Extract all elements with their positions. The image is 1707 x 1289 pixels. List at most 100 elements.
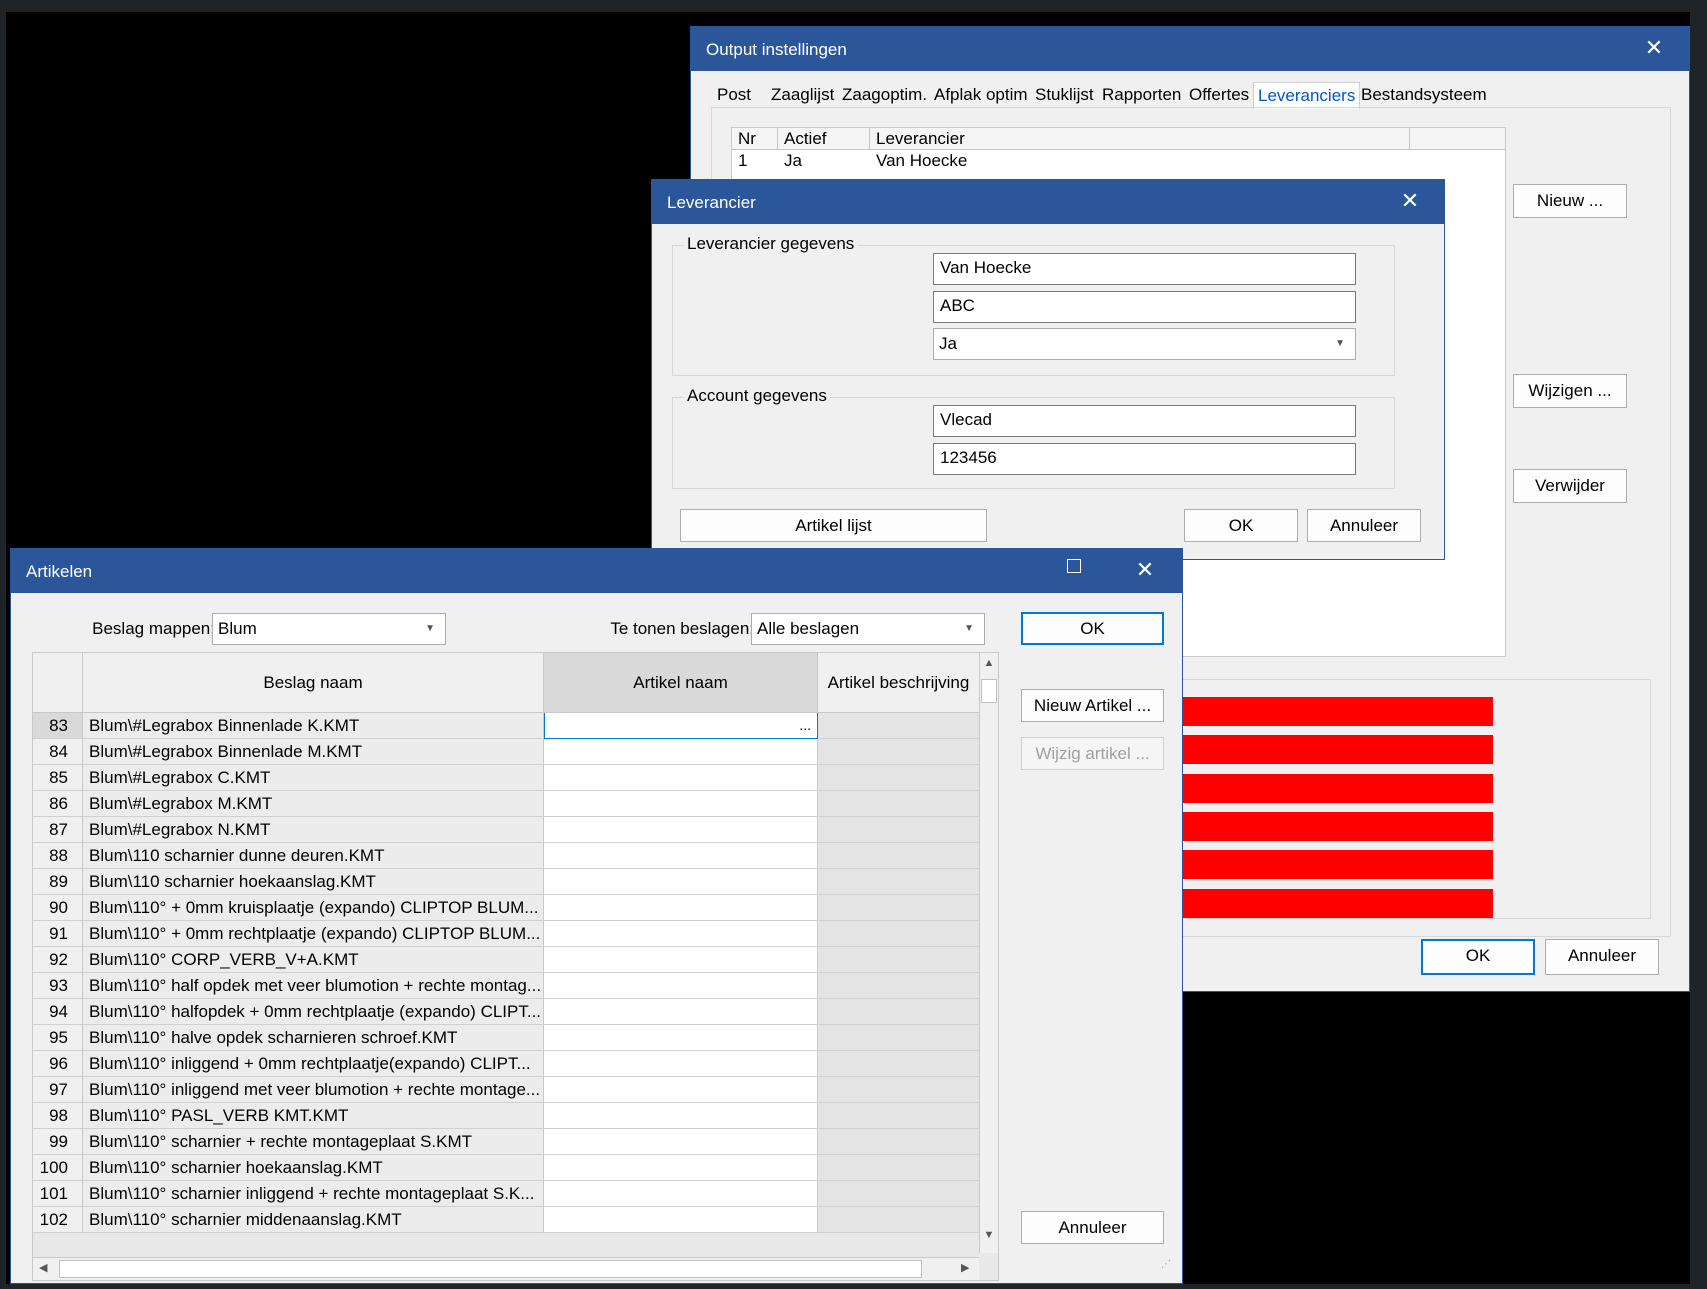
scroll-right-icon[interactable]: ▶ [961,1261,969,1274]
article-name-cell[interactable] [544,947,818,973]
vertical-scrollbar[interactable]: ▲ ▼ [979,653,998,1253]
article-description-cell[interactable] [818,1077,979,1103]
scroll-down-icon[interactable]: ▼ [982,1229,996,1247]
close-icon[interactable]: ✕ [1392,186,1428,216]
column-header-nr[interactable]: Nr [732,128,778,150]
new-article-button[interactable]: Nieuw Artikel ... [1021,689,1164,722]
article-name-cell[interactable] [544,921,818,947]
new-supplier-button[interactable]: Nieuw ... [1513,184,1627,218]
article-description-cell[interactable] [818,1207,979,1233]
article-description-cell[interactable] [818,1051,979,1077]
table-row[interactable]: 95 Blum\110° halve opdek scharnieren schr… [33,1025,979,1051]
horizontal-scrollbar[interactable]: ◀ ▶ [33,1257,979,1280]
table-row[interactable]: 100 Blum\110° scharnier hoekaanslag.KMT [33,1155,979,1181]
article-name-cell[interactable] [544,1155,818,1181]
article-name-cell[interactable]: ... [544,713,818,739]
output-ok-button[interactable]: OK [1421,939,1535,975]
tab-zaagoptim[interactable]: Zaagoptim. [842,85,927,105]
column-header-beslag-naam[interactable]: Beslag naam [83,653,544,713]
table-row[interactable]: 89 Blum\110 scharnier hoekaanslag.KMT [33,869,979,895]
tab-post[interactable]: Post [717,85,751,105]
table-row[interactable]: 99 Blum\110° scharnier + rechte montagepl… [33,1129,979,1155]
tab-leveranciers[interactable]: Leveranciers [1253,82,1361,109]
delete-supplier-button[interactable]: Verwijder [1513,469,1627,503]
table-row[interactable]: 98 Blum\110° PASL_VERB KMT.KMT [33,1103,979,1129]
article-name-cell[interactable] [544,1025,818,1051]
article-name-cell[interactable] [544,791,818,817]
edit-supplier-button[interactable]: Wijzigen ... [1513,374,1627,408]
article-description-cell[interactable] [818,921,979,947]
article-description-cell[interactable] [818,791,979,817]
table-row[interactable]: 85 Blum\#Legrabox C.KMT [33,765,979,791]
tab-afplak-optim[interactable]: Afplak optim [934,85,1028,105]
tab-rapporten[interactable]: Rapporten [1102,85,1181,105]
account-name-input[interactable]: Vlecad [933,405,1356,437]
table-row[interactable]: 101 Blum\110° scharnier inliggend + recht… [33,1181,979,1207]
articles-cancel-button[interactable]: Annuleer [1021,1211,1164,1244]
article-name-cell[interactable] [544,895,818,921]
supplier-ok-button[interactable]: OK [1184,509,1298,542]
show-select[interactable]: Alle beslagen ▼ [751,613,985,645]
supplier-comment-input[interactable]: ABC [933,291,1356,323]
articles-ok-button[interactable]: OK [1021,612,1164,645]
article-description-cell[interactable] [818,869,979,895]
article-description-cell[interactable] [818,1155,979,1181]
column-header-artikel-naam[interactable]: Artikel naam [544,653,818,713]
article-list-button[interactable]: Artikel lijst [680,509,987,542]
article-description-cell[interactable] [818,739,979,765]
article-description-cell[interactable] [818,843,979,869]
article-description-cell[interactable] [818,1025,979,1051]
table-row[interactable]: 96 Blum\110° inliggend + 0mm rechtplaatje… [33,1051,979,1077]
table-row[interactable]: 84 Blum\#Legrabox Binnenlade M.KMT [33,739,979,765]
article-description-cell[interactable] [818,895,979,921]
scrollbar-thumb[interactable] [59,1260,922,1278]
table-row[interactable]: 88 Blum\110 scharnier dunne deuren.KMT [33,843,979,869]
article-name-cell[interactable] [544,765,818,791]
tab-offertes[interactable]: Offertes [1189,85,1249,105]
tab-stuklijst[interactable]: Stuklijst [1035,85,1094,105]
article-name-cell[interactable] [544,869,818,895]
article-description-cell[interactable] [818,1129,979,1155]
tab-zaaglijst[interactable]: Zaaglijst [771,85,834,105]
article-name-cell[interactable] [544,1207,818,1233]
column-header-leverancier[interactable]: Leverancier [870,128,1410,150]
scroll-left-icon[interactable]: ◀ [39,1261,47,1274]
article-name-cell[interactable] [544,843,818,869]
supplier-active-select[interactable]: Ja ▼ [933,328,1356,360]
folder-select[interactable]: Blum ▼ [212,613,446,645]
scrollbar-thumb[interactable] [981,679,997,703]
table-row[interactable]: 92 Blum\110° CORP_VERB_V+A.KMT [33,947,979,973]
article-description-cell[interactable] [818,713,979,739]
maximize-icon[interactable] [1067,559,1081,573]
table-row[interactable]: 87 Blum\#Legrabox N.KMT [33,817,979,843]
resize-grip-icon[interactable]: ⋰ [1161,1259,1171,1270]
scroll-up-icon[interactable]: ▲ [982,657,996,675]
close-icon[interactable]: ✕ [1636,33,1672,63]
column-header-artikel-beschrijving[interactable]: Artikel beschrijving [818,653,979,713]
ellipsis-button[interactable]: ... [799,713,811,738]
article-name-cell[interactable] [544,1103,818,1129]
table-row[interactable]: 93 Blum\110° half opdek met veer blumotio… [33,973,979,999]
article-description-cell[interactable] [818,817,979,843]
table-row[interactable]: 97 Blum\110° inliggend met veer blumotion… [33,1077,979,1103]
supplier-name-input[interactable]: Van Hoecke [933,253,1356,285]
column-header-actief[interactable]: Actief [778,128,870,150]
table-row[interactable]: 91 Blum\110° + 0mm rechtplaatje (expando)… [33,921,979,947]
table-row[interactable]: 86 Blum\#Legrabox M.KMT [33,791,979,817]
article-name-cell[interactable] [544,973,818,999]
edit-article-button[interactable]: Wijzig artikel ... [1021,737,1164,770]
article-description-cell[interactable] [818,1181,979,1207]
article-name-cell[interactable] [544,999,818,1025]
article-name-cell[interactable] [544,1077,818,1103]
account-input[interactable]: 123456 [933,443,1356,475]
table-row[interactable]: 90 Blum\110° + 0mm kruisplaatje (expando)… [33,895,979,921]
article-description-cell[interactable] [818,999,979,1025]
article-name-cell[interactable] [544,739,818,765]
close-icon[interactable]: ✕ [1127,555,1163,585]
article-description-cell[interactable] [818,973,979,999]
article-description-cell[interactable] [818,1103,979,1129]
article-description-cell[interactable] [818,947,979,973]
article-name-cell[interactable] [544,1051,818,1077]
supplier-cancel-button[interactable]: Annuleer [1307,509,1421,542]
article-name-cell[interactable] [544,1181,818,1207]
